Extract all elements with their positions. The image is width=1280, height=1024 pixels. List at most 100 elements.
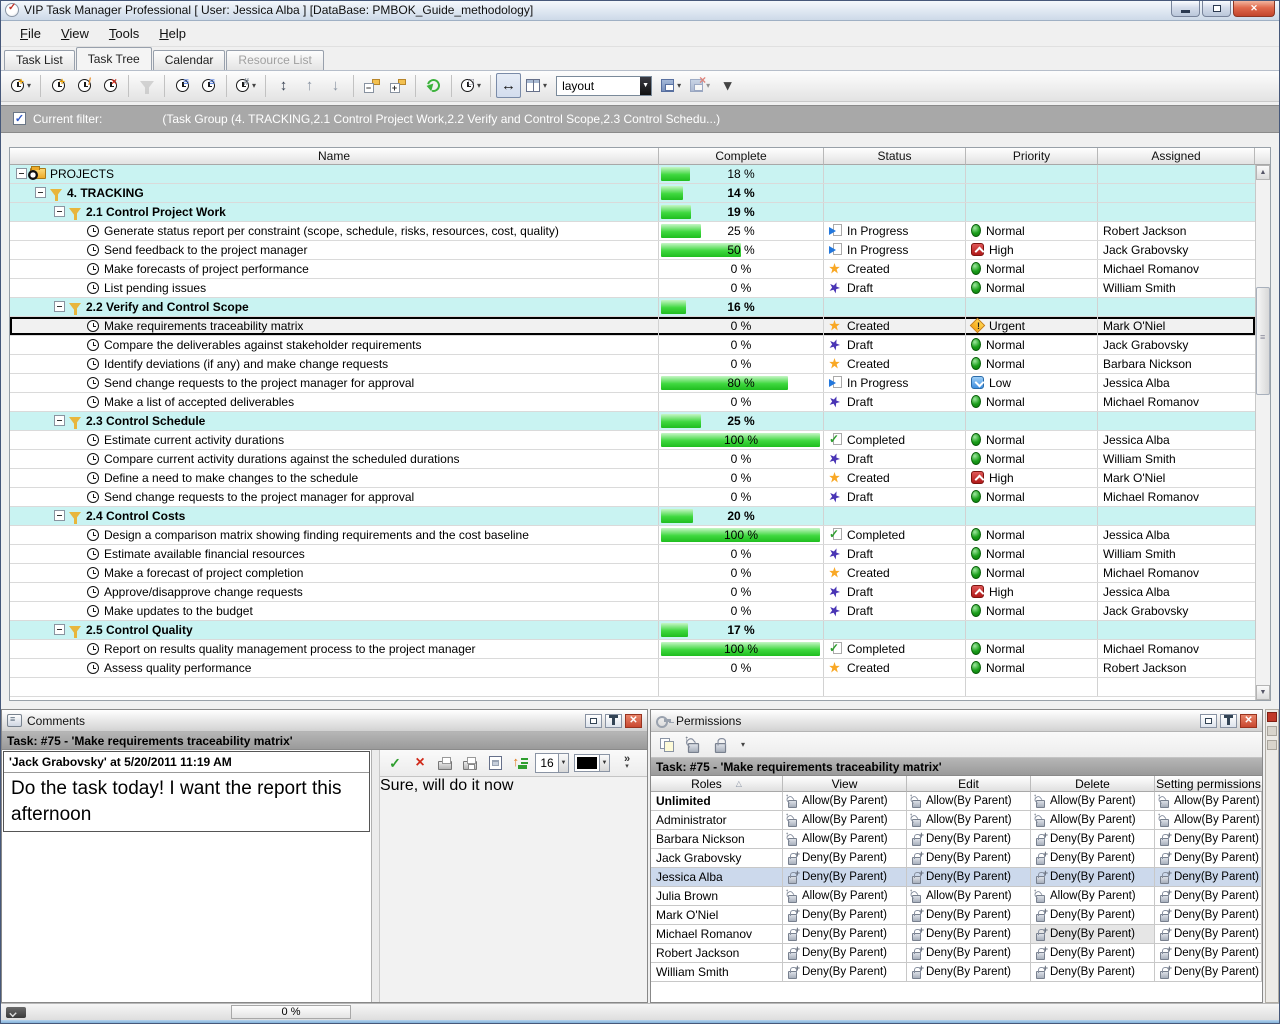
comment-list[interactable]: 'Jack Grabovsky' at 5/20/2011 11:19 AM D… <box>2 750 372 1002</box>
scroll-thumb[interactable] <box>1256 287 1270 395</box>
task-row[interactable]: Identify deviations (if any) and make ch… <box>10 355 1255 374</box>
tab-task-list[interactable]: Task List <box>4 50 75 70</box>
task-row[interactable]: 2.3 Control Schedule25 % <box>10 412 1255 431</box>
chevron-down-icon[interactable]: ▾ <box>252 81 256 90</box>
permission-row[interactable]: Jessica AlbaDeny(By Parent)Deny(By Paren… <box>651 868 1262 887</box>
task-row[interactable]: Report on results quality management pro… <box>10 640 1255 659</box>
permission-row[interactable]: Barbara NicksonAllow(By Parent)Deny(By P… <box>651 830 1262 849</box>
apply-comment-button[interactable]: ✓ <box>385 752 405 774</box>
permission-setting-cell[interactable]: Deny(By Parent) <box>1155 925 1262 943</box>
permission-view-cell[interactable]: Allow(By Parent) <box>783 811 907 829</box>
print-preview-button[interactable] <box>460 752 480 774</box>
page-layout-button[interactable] <box>485 752 505 774</box>
tab-task-tree[interactable]: Task Tree <box>76 47 152 70</box>
task-row[interactable] <box>10 678 1255 697</box>
permission-setting-cell[interactable]: Deny(By Parent) <box>1155 963 1262 981</box>
permission-view-cell[interactable]: Deny(By Parent) <box>783 944 907 962</box>
deny-permission-button[interactable] <box>711 734 731 756</box>
new-task-button[interactable]: +▾ <box>7 73 35 98</box>
minimize-button[interactable] <box>1171 1 1200 17</box>
dock-item-icon[interactable] <box>1267 740 1277 750</box>
task-row[interactable]: Make a forecast of project completion0 %… <box>10 564 1255 583</box>
permission-setting-cell[interactable]: Allow(By Parent) <box>1155 811 1262 829</box>
delete-comment-button[interactable]: × <box>410 752 430 774</box>
permission-delete-cell[interactable]: Deny(By Parent) <box>1031 963 1155 981</box>
permission-delete-cell[interactable]: Deny(By Parent) <box>1031 906 1155 924</box>
delete-task-button[interactable]: × <box>98 73 123 98</box>
expand-collapse-box[interactable] <box>35 187 46 198</box>
task-row[interactable]: Design a comparison matrix showing findi… <box>10 526 1255 545</box>
perm-column-roles[interactable]: Roles△ <box>651 776 783 792</box>
sort-comments-button[interactable] <box>510 752 530 774</box>
move-down-button[interactable]: ↓ <box>323 73 348 98</box>
layout-combobox[interactable]: layout▼ <box>556 76 652 96</box>
vertical-scrollbar[interactable]: ▲ ▼ <box>1255 165 1270 701</box>
permission-row[interactable]: Mark O'NielDeny(By Parent)Deny(By Parent… <box>651 906 1262 925</box>
task-row[interactable]: Estimate current activity durations100 %… <box>10 431 1255 450</box>
permission-delete-cell[interactable]: Deny(By Parent) <box>1031 944 1155 962</box>
permission-delete-cell[interactable]: Deny(By Parent) <box>1031 868 1155 886</box>
permission-edit-cell[interactable]: Deny(By Parent) <box>907 963 1031 981</box>
restore-button[interactable] <box>1202 1 1231 17</box>
permission-delete-cell[interactable]: Deny(By Parent) <box>1031 925 1155 943</box>
column-header-name[interactable]: Name <box>10 148 659 165</box>
permission-edit-cell[interactable]: Deny(By Parent) <box>907 849 1031 867</box>
expand-collapse-box[interactable] <box>54 301 65 312</box>
task-row[interactable]: Make updates to the budget0 %DraftNormal… <box>10 602 1255 621</box>
task-row[interactable]: Send change requests to the project mana… <box>10 488 1255 507</box>
task-row[interactable]: Assess quality performance0 %CreatedNorm… <box>10 659 1255 678</box>
permission-edit-cell[interactable]: Allow(By Parent) <box>907 887 1031 905</box>
permission-delete-cell[interactable]: Allow(By Parent) <box>1031 811 1155 829</box>
allow-permission-button[interactable] <box>684 734 704 756</box>
expand-collapse-box[interactable] <box>54 624 65 635</box>
permission-view-cell[interactable]: Deny(By Parent) <box>783 868 907 886</box>
permission-setting-cell[interactable]: Deny(By Parent) <box>1155 830 1262 848</box>
menu-tools[interactable]: Tools <box>100 23 148 44</box>
comments-splitter[interactable] <box>372 750 380 1002</box>
sort-tasks-button[interactable]: ↕ <box>271 73 296 98</box>
permission-row[interactable]: William SmithDeny(By Parent)Deny(By Pare… <box>651 963 1262 982</box>
comments-restore-button[interactable] <box>585 714 602 728</box>
task-row[interactable]: 2.2 Verify and Control Scope16 % <box>10 298 1255 317</box>
edit-task-button[interactable]: / <box>72 73 97 98</box>
filter-checkbox[interactable]: ✓ <box>13 112 26 125</box>
permission-setting-cell[interactable]: Deny(By Parent) <box>1155 906 1262 924</box>
expand-collapse-box[interactable] <box>54 510 65 521</box>
permission-delete-cell[interactable]: Deny(By Parent) <box>1031 830 1155 848</box>
permission-delete-cell[interactable]: Deny(By Parent) <box>1031 849 1155 867</box>
permission-row[interactable]: UnlimitedAllow(By Parent)Allow(By Parent… <box>651 792 1262 811</box>
move-task-down-list-button[interactable]: ≡ <box>170 73 195 98</box>
permission-delete-cell[interactable]: Allow(By Parent) <box>1031 792 1155 810</box>
task-row[interactable]: PROJECTS18 % <box>10 165 1255 184</box>
chevron-down-icon[interactable]: ▼ <box>558 754 568 772</box>
column-header-complete[interactable]: Complete <box>659 148 824 165</box>
save-layout-button[interactable]: ▾ <box>657 73 685 98</box>
permission-view-cell[interactable]: Allow(By Parent) <box>783 830 907 848</box>
menu-help[interactable]: Help <box>150 23 195 44</box>
comments-button[interactable]: □▾ <box>457 73 485 98</box>
chevron-down-icon[interactable]: ▾ <box>677 81 681 90</box>
chevron-down-icon[interactable]: ▾ <box>706 81 710 90</box>
menu-view[interactable]: View <box>52 23 98 44</box>
comment-editor-textarea[interactable]: Sure, will do it now <box>380 777 647 795</box>
scroll-up-button[interactable]: ▲ <box>1256 165 1270 180</box>
task-row[interactable]: Estimate available financial resources0 … <box>10 545 1255 564</box>
toolbar-overflow-button[interactable]: ▾ <box>715 73 740 98</box>
task-row[interactable]: Send change requests to the project mana… <box>10 374 1255 393</box>
chevron-down-icon[interactable]: ▾ <box>477 81 481 90</box>
task-row[interactable]: Make forecasts of project performance0 %… <box>10 260 1255 279</box>
expand-collapse-box[interactable] <box>54 206 65 217</box>
task-hierarchy-button[interactable]: #▾ <box>232 73 260 98</box>
permission-row[interactable]: Julia BrownAllow(By Parent)Allow(By Pare… <box>651 887 1262 906</box>
permission-row[interactable]: Jack GrabovskyDeny(By Parent)Deny(By Par… <box>651 849 1262 868</box>
move-up-button[interactable]: ↑ <box>297 73 322 98</box>
task-row[interactable]: Make requirements traceability matrix0 %… <box>10 317 1255 336</box>
collapse-all-button[interactable]: − <box>359 73 384 98</box>
move-task-up-list-button[interactable]: ≡ <box>196 73 221 98</box>
font-color-picker[interactable]: ▼ <box>574 754 610 772</box>
expand-all-button[interactable]: + <box>385 73 410 98</box>
refresh-button[interactable] <box>421 73 446 98</box>
task-row[interactable]: Approve/disapprove change requests0 %Dra… <box>10 583 1255 602</box>
task-row[interactable]: 2.4 Control Costs20 % <box>10 507 1255 526</box>
more-button[interactable]: »▾ <box>617 752 637 774</box>
